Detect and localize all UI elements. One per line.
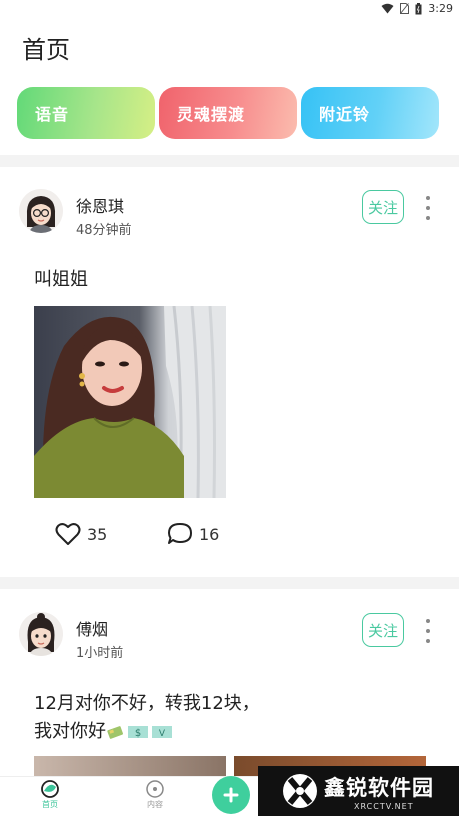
username[interactable]: 傅烟 [76, 616, 108, 640]
avatar[interactable] [19, 189, 63, 233]
svg-text:$: $ [135, 728, 141, 739]
tab-content[interactable]: 内容 [145, 779, 165, 810]
money-emoji-icon [107, 726, 124, 739]
heart-icon [55, 523, 81, 545]
post-text: 12月对你不好，转我12块， 我对你好 $ V [34, 690, 260, 746]
no-sim-icon [400, 3, 410, 14]
post-time: 48分钟前 [76, 223, 132, 238]
avatar[interactable] [19, 612, 63, 656]
status-bar: 3:29 [0, 0, 459, 18]
watermark-text: 鑫锐软件园 [324, 775, 434, 800]
post-text: 叫姐姐 [34, 269, 88, 290]
compass-icon [146, 780, 164, 798]
post-text-line: 我对你好 $ V [34, 718, 260, 746]
dollar-emoji-icon: $ [128, 726, 148, 739]
home-icon [41, 780, 59, 798]
post-text-fragment: 我对你好 [34, 721, 106, 742]
like-button[interactable]: 35 [55, 522, 107, 546]
comment-count: 16 [199, 524, 220, 544]
v-emoji-icon: V [152, 726, 172, 739]
watermark-subtext: XRCCTV.NET [354, 801, 414, 811]
plus-icon [223, 787, 239, 803]
username[interactable]: 徐恩琪 [76, 193, 124, 217]
chip-label: 灵魂摆渡 [177, 105, 246, 124]
chip-label: 语音 [35, 105, 70, 124]
comment-button[interactable]: 16 [167, 522, 219, 546]
chip-soul-ferry[interactable]: 灵魂摆渡 [159, 87, 297, 139]
more-options-icon[interactable] [421, 619, 435, 643]
category-chips: 语音 灵魂摆渡 附近铃 [17, 87, 439, 139]
chip-label: 附近铃 [319, 105, 371, 124]
tab-home[interactable]: 首页 [40, 779, 60, 810]
chip-voice[interactable]: 语音 [17, 87, 155, 139]
watermark: 鑫锐软件园 XRCCTV.NET [258, 766, 459, 816]
post-time: 1小时前 [76, 646, 124, 661]
svg-text:V: V [159, 729, 166, 739]
follow-button[interactable]: 关注 [362, 190, 404, 224]
clock: 3:29 [428, 2, 453, 15]
tab-label: 首页 [42, 800, 58, 809]
page-title: 首页 [22, 36, 70, 64]
wifi-icon [381, 3, 394, 14]
follow-button[interactable]: 关注 [362, 613, 404, 647]
chip-nearby[interactable]: 附近铃 [301, 87, 439, 139]
watermark-logo-icon [283, 774, 317, 808]
add-post-button[interactable] [212, 776, 250, 814]
comment-icon [168, 523, 192, 544]
section-divider [0, 155, 459, 167]
like-count: 35 [87, 524, 108, 544]
section-divider [0, 577, 459, 589]
battery-icon [415, 2, 422, 14]
post-text-line: 12月对你不好，转我12块， [34, 693, 260, 714]
post-photo[interactable] [34, 306, 226, 498]
more-options-icon[interactable] [421, 196, 435, 220]
tab-label: 内容 [147, 800, 163, 809]
